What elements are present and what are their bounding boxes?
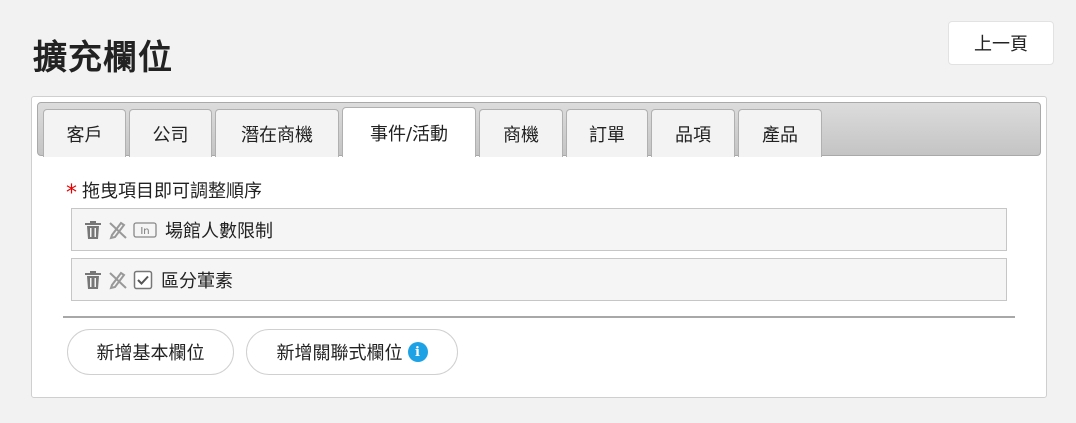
required-mark: * — [66, 181, 77, 206]
tab-products[interactable]: 產品 — [738, 109, 822, 157]
extension-fields-panel: 客戶 公司 潛在商機 事件/活動 商機 訂單 品項 產品 * 拖曳項目即可調整順序… — [31, 96, 1047, 398]
integer-field-icon: In — [133, 221, 157, 238]
add-relational-field-label: 新增關聯式欄位 — [276, 343, 403, 364]
tab-company[interactable]: 公司 — [129, 109, 212, 157]
trash-icon[interactable] — [83, 220, 103, 240]
tab-leads[interactable]: 潛在商機 — [215, 109, 339, 157]
field-label: 場館人數限制 — [165, 220, 273, 242]
add-relational-field-button[interactable]: 新增關聯式欄位 i — [246, 329, 458, 375]
svg-text:In: In — [140, 226, 149, 237]
trash-icon[interactable] — [83, 270, 103, 290]
drag-hint-text: 拖曳項目即可調整順序 — [82, 181, 262, 202]
field-row[interactable]: 區分葷素 — [71, 258, 1007, 301]
edit-off-icon[interactable] — [108, 220, 128, 240]
page-title: 擴充欄位 — [33, 38, 173, 78]
divider — [63, 316, 1015, 318]
edit-off-icon[interactable] — [108, 270, 128, 290]
tab-opportunities[interactable]: 商機 — [479, 109, 563, 157]
checkbox-field-icon — [133, 270, 153, 290]
tab-items[interactable]: 品項 — [651, 109, 735, 157]
field-label: 區分葷素 — [161, 270, 233, 292]
field-row[interactable]: In 場館人數限制 — [71, 208, 1007, 251]
info-icon[interactable]: i — [407, 342, 428, 362]
tab-orders[interactable]: 訂單 — [566, 109, 648, 157]
tab-events-activities[interactable]: 事件/活動 — [342, 107, 476, 157]
tab-customer[interactable]: 客戶 — [43, 109, 126, 157]
add-basic-field-button[interactable]: 新增基本欄位 — [67, 329, 234, 375]
back-button[interactable]: 上一頁 — [948, 21, 1054, 65]
drag-hint: * 拖曳項目即可調整順序 — [66, 177, 262, 206]
tab-bar: 客戶 公司 潛在商機 事件/活動 商機 訂單 品項 產品 — [37, 102, 1041, 157]
